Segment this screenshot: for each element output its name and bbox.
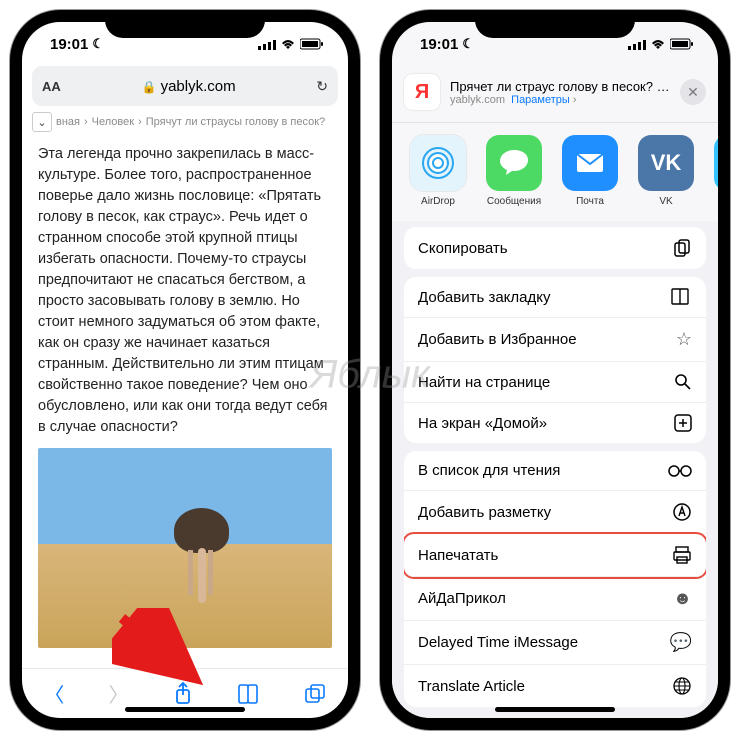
back-button[interactable]: 〈 bbox=[44, 679, 64, 708]
mail-icon bbox=[562, 135, 618, 191]
share-apps-row[interactable]: AirDrop Сообщения Почта VK VK Te bbox=[392, 123, 718, 221]
wifi-icon bbox=[650, 38, 666, 50]
action-label: Translate Article bbox=[418, 678, 672, 695]
action-row-globe[interactable]: Translate Article bbox=[404, 665, 706, 707]
action-label: Добавить разметку bbox=[418, 504, 672, 521]
action-group: Добавить закладку Добавить в Избранное☆ На… bbox=[404, 277, 706, 443]
notch bbox=[105, 10, 265, 38]
wifi-icon bbox=[280, 38, 296, 50]
share-app-label: AirDrop bbox=[404, 196, 472, 207]
share-actions: Скопировать Добавить закладку Добавить в И… bbox=[392, 221, 718, 718]
action-label: В список для чтения bbox=[418, 462, 668, 479]
action-label: Delayed Time iMessage bbox=[418, 634, 670, 651]
screen-right: 19:01 ☾ Я Прячет ли страус голову в песо… bbox=[392, 22, 718, 718]
book-icon bbox=[670, 288, 692, 306]
lock-icon: 🔒 bbox=[141, 80, 156, 94]
article-body: Эта легенда прочно закрепилась в масс-ку… bbox=[22, 136, 348, 668]
ostrich-illustration bbox=[170, 508, 230, 608]
action-label: Напечатать bbox=[418, 547, 672, 564]
url-bar[interactable]: AA 🔒 yablyk.com ↻ bbox=[32, 66, 338, 106]
phone-right: 19:01 ☾ Я Прячет ли страус голову в песо… bbox=[380, 10, 730, 730]
breadcrumb: ⌄ вная› Человек› Прячут ли страусы голов… bbox=[22, 106, 348, 136]
share-app-msg[interactable]: Сообщения bbox=[480, 135, 548, 207]
bookmarks-button[interactable] bbox=[237, 684, 259, 704]
action-group: В список для чтения Добавить разметку Напе… bbox=[404, 451, 706, 707]
action-label: Добавить закладку bbox=[418, 289, 670, 306]
share-options-link[interactable]: Параметры bbox=[511, 94, 570, 106]
vk-icon: VK bbox=[638, 135, 694, 191]
crumb[interactable]: Прячут ли страусы голову в песок? bbox=[146, 116, 325, 128]
action-label: Найти на странице bbox=[418, 374, 674, 391]
battery-icon bbox=[670, 38, 694, 50]
share-sheet-header: Я Прячет ли страус голову в песок? |... … bbox=[392, 66, 718, 123]
share-app-partial[interactable]: Te bbox=[708, 135, 718, 207]
cellular-icon bbox=[628, 39, 646, 50]
reload-icon[interactable]: ↻ bbox=[316, 78, 328, 95]
share-app-label: Почта bbox=[556, 196, 624, 207]
smile-icon: ☻ bbox=[673, 588, 692, 609]
home-indicator[interactable] bbox=[125, 707, 245, 712]
action-row-book[interactable]: Добавить закладку bbox=[404, 277, 706, 318]
phone-left: 19:01 ☾ AA 🔒 yablyk.com ↻ ⌄ вная› Челове… bbox=[10, 10, 360, 730]
share-app-label: Te bbox=[708, 196, 718, 207]
dnd-moon-icon: ☾ bbox=[462, 36, 474, 52]
star-icon: ☆ bbox=[676, 329, 692, 350]
home-indicator[interactable] bbox=[495, 707, 615, 712]
action-row-copy[interactable]: Скопировать bbox=[404, 227, 706, 269]
action-row-plus-square[interactable]: На экран «Домой» bbox=[404, 403, 706, 443]
action-row-search[interactable]: Найти на странице bbox=[404, 362, 706, 403]
action-group: Скопировать bbox=[404, 227, 706, 269]
share-domain: yablyk.com bbox=[450, 94, 505, 106]
globe-icon bbox=[672, 676, 692, 696]
share-title: Прячет ли страус голову в песок? |... bbox=[450, 79, 670, 94]
share-app-label: VK bbox=[632, 196, 700, 207]
action-row-star[interactable]: Добавить в Избранное☆ bbox=[404, 318, 706, 362]
plus-square-icon bbox=[674, 414, 692, 432]
action-row-glasses[interactable]: В список для чтения bbox=[404, 451, 706, 491]
airdrop-icon bbox=[410, 135, 466, 191]
site-favicon: Я bbox=[404, 74, 440, 110]
status-time: 19:01 bbox=[420, 36, 458, 53]
partial-icon bbox=[714, 135, 718, 191]
article-image bbox=[38, 448, 332, 648]
action-row-smile[interactable]: АйДаПрикол☻ bbox=[404, 577, 706, 621]
chat-icon: 💬 bbox=[670, 632, 692, 653]
markup-icon bbox=[672, 502, 692, 522]
close-button[interactable]: ✕ bbox=[680, 79, 706, 105]
crumb[interactable]: вная bbox=[56, 116, 80, 128]
crumb[interactable]: Человек bbox=[92, 116, 134, 128]
chevron-down-icon[interactable]: ⌄ bbox=[32, 112, 52, 132]
notch bbox=[475, 10, 635, 38]
url-domain: yablyk.com bbox=[161, 78, 236, 95]
copy-icon bbox=[672, 238, 692, 258]
printer-icon bbox=[672, 545, 692, 565]
share-app-airdrop[interactable]: AirDrop bbox=[404, 135, 472, 207]
search-icon bbox=[674, 373, 692, 391]
tabs-button[interactable] bbox=[304, 684, 326, 704]
glasses-icon bbox=[668, 465, 692, 477]
msg-icon bbox=[486, 135, 542, 191]
share-app-mail[interactable]: Почта bbox=[556, 135, 624, 207]
dnd-moon-icon: ☾ bbox=[92, 36, 104, 52]
action-label: Скопировать bbox=[418, 240, 672, 257]
screen-left: 19:01 ☾ AA 🔒 yablyk.com ↻ ⌄ вная› Челове… bbox=[22, 22, 348, 718]
share-app-vk[interactable]: VK VK bbox=[632, 135, 700, 207]
action-label: На экран «Домой» bbox=[418, 415, 674, 432]
status-right bbox=[258, 38, 324, 50]
action-label: Добавить в Избранное bbox=[418, 331, 676, 348]
forward-button: 〉 bbox=[109, 679, 129, 708]
battery-icon bbox=[300, 38, 324, 50]
share-app-label: Сообщения bbox=[480, 196, 548, 207]
status-time: 19:01 bbox=[50, 36, 88, 53]
action-row-chat[interactable]: Delayed Time iMessage💬 bbox=[404, 621, 706, 665]
article-text: Эта легенда прочно закрепилась в масс-ку… bbox=[38, 144, 332, 438]
action-label: АйДаПрикол bbox=[418, 590, 673, 607]
reader-aa-icon[interactable]: AA bbox=[42, 79, 61, 94]
cellular-icon bbox=[258, 39, 276, 50]
share-button[interactable] bbox=[173, 682, 193, 706]
action-row-printer[interactable]: Напечатать bbox=[404, 534, 706, 577]
action-row-markup[interactable]: Добавить разметку bbox=[404, 491, 706, 534]
edit-actions-link[interactable]: Редактировать действия... bbox=[404, 715, 706, 718]
